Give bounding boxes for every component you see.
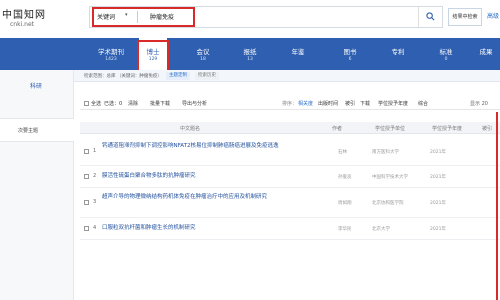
tab-newspaper[interactable]: 报纸 13	[232, 38, 268, 70]
row-checkbox[interactable]	[84, 149, 89, 154]
row-index: 2	[93, 173, 97, 179]
tab-count: 0	[444, 57, 448, 62]
column-unit[interactable]: 学位授予单位	[375, 125, 405, 132]
search-scope-text: 检索范围：总库 （关键词：肿瘤免疫）	[84, 74, 162, 79]
column-cited[interactable]: 被引	[482, 125, 492, 132]
select-all-label[interactable]: 全选	[91, 100, 101, 107]
tab-count: 18	[200, 57, 206, 62]
tab-label: 成果	[479, 48, 493, 56]
sort-label: 排序：	[282, 101, 298, 107]
select-all-checkbox[interactable]	[84, 101, 89, 106]
search-field-select[interactable]: 关键词	[97, 12, 115, 21]
result-author[interactable]: 孙俊良	[338, 174, 352, 180]
result-author[interactable]: 李华民	[338, 226, 352, 232]
tab-yearbook[interactable]: 年鉴	[280, 38, 316, 70]
tab-journals[interactable]: 学术期刊 1423	[90, 38, 132, 70]
column-title[interactable]: 中文题名	[180, 125, 200, 132]
clear-button[interactable]: 清除	[128, 100, 138, 107]
table-row[interactable]: 2 膜活性硫蛋白聚合物多肽的抗肿瘤研究 孙俊良 中国科学技术大学 2021年	[80, 166, 500, 188]
table-row[interactable]: 1 钙通道阻滞剂抑制下调控影响NFAT2核易位抑制肺癌肠癌进展及免疫逃逸 石林 …	[80, 138, 500, 166]
chevron-down-icon[interactable]: ▾	[125, 12, 128, 18]
sort-overall[interactable]: 综合	[418, 100, 428, 107]
batch-download-button[interactable]: 批量下载	[150, 100, 170, 107]
topic-custom-chip[interactable]: 主题定制	[166, 72, 190, 80]
row-index: 3	[93, 199, 97, 205]
tab-achievements[interactable]: 成果	[472, 38, 500, 70]
page-size-select[interactable]: 显示 20	[470, 100, 488, 107]
column-author[interactable]: 作者	[332, 125, 342, 132]
tab-label: 年鉴	[291, 48, 305, 56]
row-index: 1	[93, 148, 97, 154]
result-year: 2021年	[430, 150, 446, 155]
table-row[interactable]: 4 口服粒双抗杆菌和肿瘤生长的机制研究 李华民 北京大学 2021年	[80, 218, 500, 240]
row-checkbox[interactable]	[84, 226, 89, 231]
result-title-link[interactable]: 超声介导的物理微纳结构药机体免疫在肿瘤治疗中的应用及机制研究	[102, 193, 322, 202]
cnki-logo[interactable]: 中国知网 cnki.net	[2, 6, 46, 32]
tab-standards[interactable]: 标准 0	[428, 38, 464, 70]
filter-sidebar	[0, 70, 74, 300]
sidebar-item-label: 次要主题	[18, 128, 39, 134]
result-unit[interactable]: 中国科学技术大学	[372, 174, 408, 180]
row-checkbox[interactable]	[84, 174, 89, 179]
result-author[interactable]: 周如翔	[338, 200, 352, 206]
result-unit[interactable]: 北京协和医学院	[372, 200, 404, 206]
row-checkbox[interactable]	[84, 200, 89, 205]
sort-downloads[interactable]: 下载	[360, 100, 370, 107]
table-row[interactable]: 3 超声介导的物理微纳结构药机体免疫在肿瘤治疗中的应用及机制研究 周如翔 北京协…	[80, 188, 500, 218]
search-input[interactable]: 肿瘤免疫	[150, 12, 174, 21]
sort-degree-year[interactable]: 学位授予年度	[378, 100, 408, 107]
search-button[interactable]	[418, 7, 442, 27]
tab-count: 1423	[105, 57, 117, 62]
result-year: 2021年	[430, 227, 446, 232]
tab-count: 6	[348, 57, 352, 62]
result-title-link[interactable]: 钙通道阻滞剂抑制下调控影响NFAT2核易位抑制肺癌肠癌进展及免疫逃逸	[102, 142, 322, 151]
divider	[137, 11, 138, 23]
tab-label: 标准	[439, 48, 453, 56]
search-icon	[426, 12, 435, 21]
column-degree-year[interactable]: 学位授予年度	[432, 125, 462, 132]
tab-label: 专利	[391, 48, 405, 56]
result-year: 2021年	[430, 175, 446, 180]
tab-label: 会议	[196, 48, 210, 56]
result-year: 2021年	[430, 201, 446, 206]
tab-label: 学术期刊	[98, 48, 124, 56]
tab-label: 报纸	[243, 48, 257, 56]
tab-books[interactable]: 图书 6	[332, 38, 368, 70]
logo-chinese-text: 中国知网	[2, 10, 46, 21]
sort-relevance[interactable]: 相关度	[298, 100, 313, 107]
search-history-chip[interactable]: 检索历史	[195, 72, 219, 80]
export-analysis-button[interactable]: 导出与分析	[182, 100, 207, 107]
sidebar-tab[interactable]: 科研	[16, 80, 56, 94]
tab-patents[interactable]: 专利	[380, 38, 416, 70]
tab-label: 图书	[343, 48, 357, 56]
search-in-results-button[interactable]: 结果中检索	[448, 8, 482, 26]
row-index: 4	[93, 225, 97, 231]
sidebar-item[interactable]: 次要主题	[0, 118, 74, 142]
result-title-link[interactable]: 口服粒双抗杆菌和肿瘤生长的机制研究	[102, 224, 322, 233]
advanced-search-link[interactable]: 高级	[487, 11, 499, 20]
result-author[interactable]: 石林	[338, 149, 347, 155]
sort-date[interactable]: 出版时间	[318, 100, 338, 107]
result-unit[interactable]: 北京大学	[372, 226, 390, 232]
result-unit[interactable]: 南方医科大学	[372, 149, 399, 155]
logo-english-text: cnki.net	[10, 21, 34, 28]
tab-count: 13	[247, 57, 253, 62]
sort-cited[interactable]: 被引	[345, 100, 355, 107]
tab-conference[interactable]: 会议 18	[185, 38, 221, 70]
right-highlight-edge	[496, 112, 500, 300]
result-title-link[interactable]: 膜活性硫蛋白聚合物多肽的抗肿瘤研究	[102, 172, 322, 181]
selected-count: 已选：0	[104, 101, 123, 107]
